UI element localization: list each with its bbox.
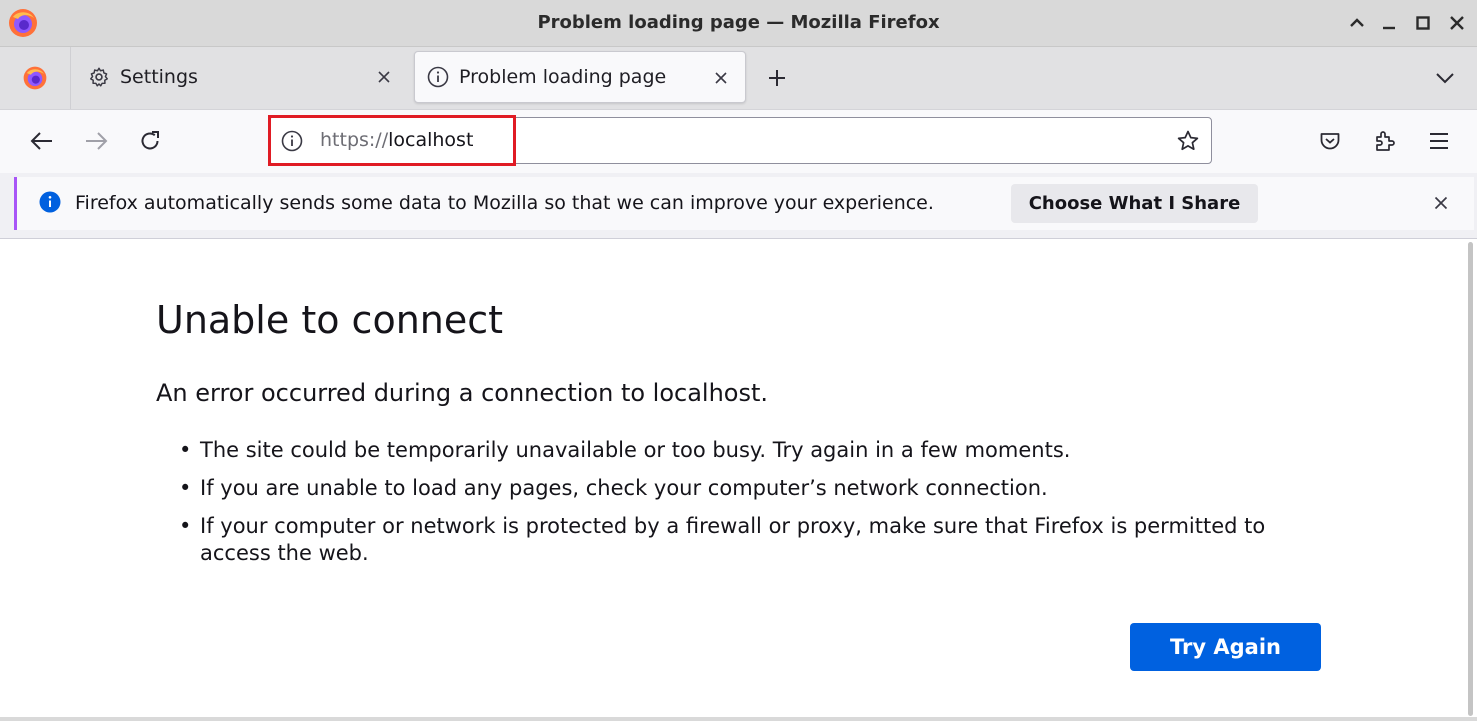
- tab-strip: Settings Problem loading page: [0, 47, 1477, 109]
- gear-icon: [88, 66, 110, 88]
- info-filled-icon: [39, 191, 61, 213]
- error-title: Unable to connect: [156, 298, 504, 342]
- list-item: The site could be temporarily unavailabl…: [179, 437, 1330, 464]
- error-suggestions-list: The site could be temporarily unavailabl…: [179, 437, 1330, 578]
- reload-button[interactable]: [134, 125, 166, 157]
- extensions-button[interactable]: [1369, 125, 1401, 157]
- window-minimize-button[interactable]: [1376, 10, 1402, 36]
- reload-icon: [141, 131, 159, 150]
- info-icon: [427, 66, 449, 88]
- window-close-button[interactable]: [1444, 10, 1470, 36]
- tab-label: Problem loading page: [459, 66, 667, 88]
- back-button[interactable]: [26, 125, 58, 157]
- page-scrollbar[interactable]: [1468, 242, 1473, 716]
- list-all-tabs-button[interactable]: [1430, 63, 1460, 93]
- hamburger-menu-icon: [1430, 133, 1448, 149]
- arrow-right-icon: [86, 132, 108, 150]
- navigation-toolbar: https://localhost: [0, 109, 1477, 173]
- window-title: Problem loading page — Mozilla Firefox: [537, 12, 940, 33]
- error-description: An error occurred during a connection to…: [156, 379, 769, 407]
- pocket-button[interactable]: [1314, 125, 1346, 157]
- url-host: localhost: [388, 129, 474, 151]
- notification-text: Firefox automatically sends some data to…: [75, 192, 934, 214]
- close-tab-icon[interactable]: [372, 65, 396, 89]
- arrow-left-icon: [30, 132, 52, 150]
- new-tab-button[interactable]: [762, 63, 792, 93]
- bookmark-star-icon[interactable]: [1175, 128, 1201, 154]
- window-maximize-button[interactable]: [1410, 10, 1436, 36]
- close-notification-icon[interactable]: [1427, 189, 1455, 217]
- window-titlebar: Problem loading page — Mozilla Firefox: [0, 0, 1477, 47]
- puzzle-piece-icon: [1376, 131, 1395, 151]
- data-collection-notification: Firefox automatically sends some data to…: [14, 177, 1474, 230]
- choose-what-i-share-button[interactable]: Choose What I Share: [1011, 184, 1258, 223]
- chevron-down-icon: [1436, 73, 1454, 84]
- notification-area: Firefox automatically sends some data to…: [0, 173, 1477, 239]
- window-shade-button[interactable]: [1344, 10, 1370, 36]
- tab-problem-loading-page[interactable]: Problem loading page: [414, 51, 746, 103]
- url-scheme: https://: [320, 129, 389, 151]
- close-tab-icon[interactable]: [709, 66, 733, 90]
- app-menu-button[interactable]: [1423, 125, 1455, 157]
- list-item: If you are unable to load any pages, che…: [179, 475, 1330, 502]
- url-bar[interactable]: https://localhost: [268, 117, 1212, 164]
- tab-settings[interactable]: Settings: [74, 51, 408, 103]
- forward-button[interactable]: [80, 125, 112, 157]
- site-info-icon[interactable]: [280, 129, 304, 153]
- firefox-view-icon: [23, 66, 47, 90]
- tab-label: Settings: [120, 66, 198, 88]
- list-item: If your computer or network is protected…: [179, 513, 1330, 567]
- pocket-icon: [1320, 133, 1340, 150]
- url-text[interactable]: https://localhost: [320, 129, 473, 151]
- try-again-button[interactable]: Try Again: [1130, 623, 1321, 671]
- plus-icon: [769, 70, 785, 86]
- firefox-view-button[interactable]: [0, 47, 71, 109]
- window-bottom-edge: [0, 717, 1477, 721]
